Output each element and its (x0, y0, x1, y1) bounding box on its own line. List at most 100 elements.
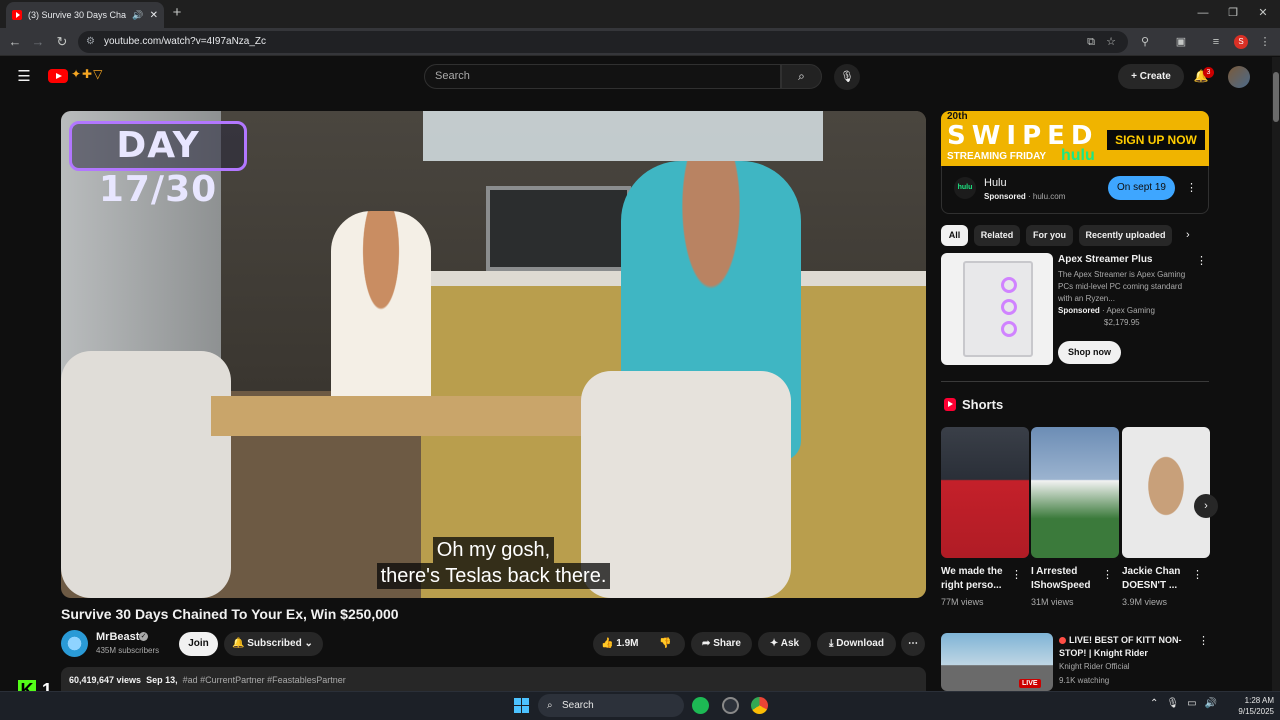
channel-avatar[interactable] (61, 630, 88, 657)
youtube-logo[interactable] (48, 69, 68, 83)
ad-banner-image[interactable]: 20th SWIPED STREAMING FRIDAY hulu SIGN U… (941, 111, 1209, 166)
voice-search-button[interactable]: 🎙 (834, 64, 860, 90)
short-more-icon[interactable]: ⋮ (1011, 568, 1022, 582)
pc-fan-decoration (1001, 277, 1017, 293)
description-box[interactable]: 60,419,647 views Sep 13, #ad #CurrentPar… (61, 667, 926, 691)
reload-button[interactable]: ↻ (53, 33, 71, 51)
chevron-right-icon[interactable]: › (1186, 229, 1190, 241)
like-button[interactable]: 👍 1.9M (601, 638, 638, 649)
promo-description: The Apex Streamer is Apex Gaming PCs mid… (1058, 270, 1186, 303)
caption-line-2: there's Teslas back there. (376, 563, 611, 589)
chrome-icon[interactable] (751, 697, 768, 714)
bell-icon: 🔔 (232, 638, 248, 649)
ad-banner-cta: SIGN UP NOW (1107, 130, 1205, 150)
join-button[interactable]: Join (179, 632, 218, 656)
promo-meta: Sponsored · Apex Gaming (1058, 306, 1155, 315)
profile-avatar-button[interactable]: S (1234, 35, 1248, 49)
spotify-icon[interactable] (692, 697, 709, 714)
plus-icon: + (1131, 71, 1140, 82)
speaker-icon[interactable]: 🔊 (132, 10, 143, 21)
system-tray[interactable]: ⌃🎙▭🔊 (1150, 698, 1225, 709)
short-thumbnail[interactable] (941, 427, 1029, 558)
short-title[interactable]: We made the right perso... (941, 565, 1015, 593)
browser-menu-icon[interactable]: ⋮ (1256, 33, 1274, 51)
download-button[interactable]: ⤓ Download (817, 632, 896, 656)
forward-button[interactable]: → (29, 33, 47, 51)
chip-recently-uploaded[interactable]: Recently uploaded (1079, 225, 1172, 246)
short-thumbnail[interactable] (1122, 427, 1210, 558)
hashtags[interactable]: #ad #CurrentPartner #FeastablesPartner (183, 675, 346, 685)
restore-button[interactable]: ❐ (1218, 2, 1248, 24)
tab-close-icon[interactable]: ✕ (150, 10, 158, 21)
live-dot-icon (1059, 637, 1066, 644)
promo-title[interactable]: Apex Streamer Plus (1058, 254, 1153, 265)
live-channel[interactable]: Knight Rider Official (1059, 662, 1130, 671)
live-thumbnail[interactable]: LIVE (941, 633, 1053, 691)
steam-icon[interactable] (722, 697, 739, 714)
subscribed-button[interactable]: 🔔 Subscribed ⌄ (224, 632, 323, 656)
video-frame-window (423, 111, 823, 161)
taskbar-search[interactable]: ⌕ Search (538, 694, 684, 717)
address-bar[interactable]: ⚙ youtube.com/watch?v=4I97aNza_Zc (78, 31, 1128, 53)
page-scrollbar[interactable] (1272, 57, 1280, 691)
short-views: 3.9M views (1122, 597, 1168, 607)
ask-button[interactable]: ✦ Ask (758, 632, 811, 656)
create-button[interactable]: + Create (1118, 64, 1184, 89)
site-info-icon[interactable]: ⚙ (86, 31, 95, 53)
dislike-button[interactable]: 👎 (659, 632, 671, 656)
taskbar-clock[interactable]: 1:28 AM 9/15/2025 (1226, 695, 1274, 717)
thumbs-up-icon: 👍 (601, 638, 617, 649)
share-icon: ➦ (702, 638, 714, 649)
clock-time: 1:28 AM (1244, 696, 1274, 705)
promo-sponsored: Sponsored (1058, 306, 1100, 315)
windows-start-icon[interactable] (514, 698, 529, 713)
short-more-icon[interactable]: ⋮ (1102, 568, 1113, 582)
ad-banner-brand: hulu (1061, 147, 1095, 164)
browser-tab[interactable]: (3) Survive 30 Days Chained 🔊 ✕ (6, 2, 164, 28)
shop-now-button[interactable]: Shop now (1058, 341, 1121, 364)
scrollbar-thumb[interactable] (1273, 72, 1279, 122)
ad-more-icon[interactable]: ⋮ (1186, 181, 1197, 195)
youtube-doodle-icon[interactable]: ✦✚▽ (71, 67, 103, 81)
minimize-button[interactable]: — (1188, 2, 1218, 24)
short-more-icon[interactable]: ⋮ (1192, 568, 1203, 582)
taskbar-search-label: Search (562, 700, 594, 711)
share-button[interactable]: ➦ Share (691, 632, 752, 656)
account-avatar[interactable] (1228, 66, 1250, 88)
back-button[interactable]: ← (6, 33, 24, 51)
clock-date: 9/15/2025 (1238, 707, 1274, 716)
install-app-icon[interactable]: ⧉ (1082, 33, 1100, 51)
search-button[interactable]: ⌕ (781, 64, 822, 89)
channel-name[interactable]: MrBeast (96, 631, 139, 643)
search-input[interactable]: Search (424, 64, 781, 89)
hamburger-menu-icon[interactable]: ☰ (15, 68, 33, 86)
split-view-icon[interactable]: ▣ (1172, 33, 1190, 51)
short-thumbnail[interactable] (1031, 427, 1119, 558)
promo-more-icon[interactable]: ⋮ (1196, 254, 1207, 268)
create-label: Create (1139, 71, 1171, 82)
new-tab-button[interactable]: + (168, 4, 186, 22)
short-title[interactable]: I Arrested IShowSpeed (1031, 565, 1105, 593)
verified-check-icon: ✓ (139, 632, 148, 641)
bookmark-star-icon[interactable]: ☆ (1102, 33, 1120, 51)
chip-for-you[interactable]: For you (1026, 225, 1073, 246)
ad-card[interactable]: hulu Hulu Sponsored · hulu.com On sept 1… (941, 166, 1209, 214)
more-actions-button[interactable]: ⋯ (901, 632, 925, 656)
extensions-icon[interactable]: ⚲ (1136, 33, 1154, 51)
day-counter-overlay: DAY 17/30 (69, 121, 247, 210)
shorts-next-button[interactable]: › (1194, 494, 1218, 518)
thumbs-down-icon: 👎 (659, 638, 672, 649)
short-title[interactable]: Jackie Chan DOESN'T ... (1122, 565, 1196, 593)
promo-thumbnail[interactable] (941, 253, 1053, 365)
video-player[interactable]: DAY 17/30 Oh my gosh, there's Teslas bac… (61, 111, 926, 598)
chip-related[interactable]: Related (974, 225, 1020, 246)
media-controls-icon[interactable]: ≡ (1207, 33, 1225, 51)
chip-all[interactable]: All (941, 225, 968, 246)
windows-taskbar: ⌕ Search ⌃🎙▭🔊 1:28 AM 9/15/2025 (0, 691, 1280, 720)
ad-cta-button[interactable]: On sept 19 (1108, 176, 1175, 200)
chevron-down-icon: ⌄ (301, 638, 313, 649)
section-divider (941, 381, 1209, 382)
live-more-icon[interactable]: ⋮ (1198, 634, 1209, 648)
live-title[interactable]: LIVE! BEST OF KITT NON-STOP! | Knight Ri… (1059, 634, 1189, 660)
close-window-button[interactable]: ✕ (1248, 2, 1278, 24)
